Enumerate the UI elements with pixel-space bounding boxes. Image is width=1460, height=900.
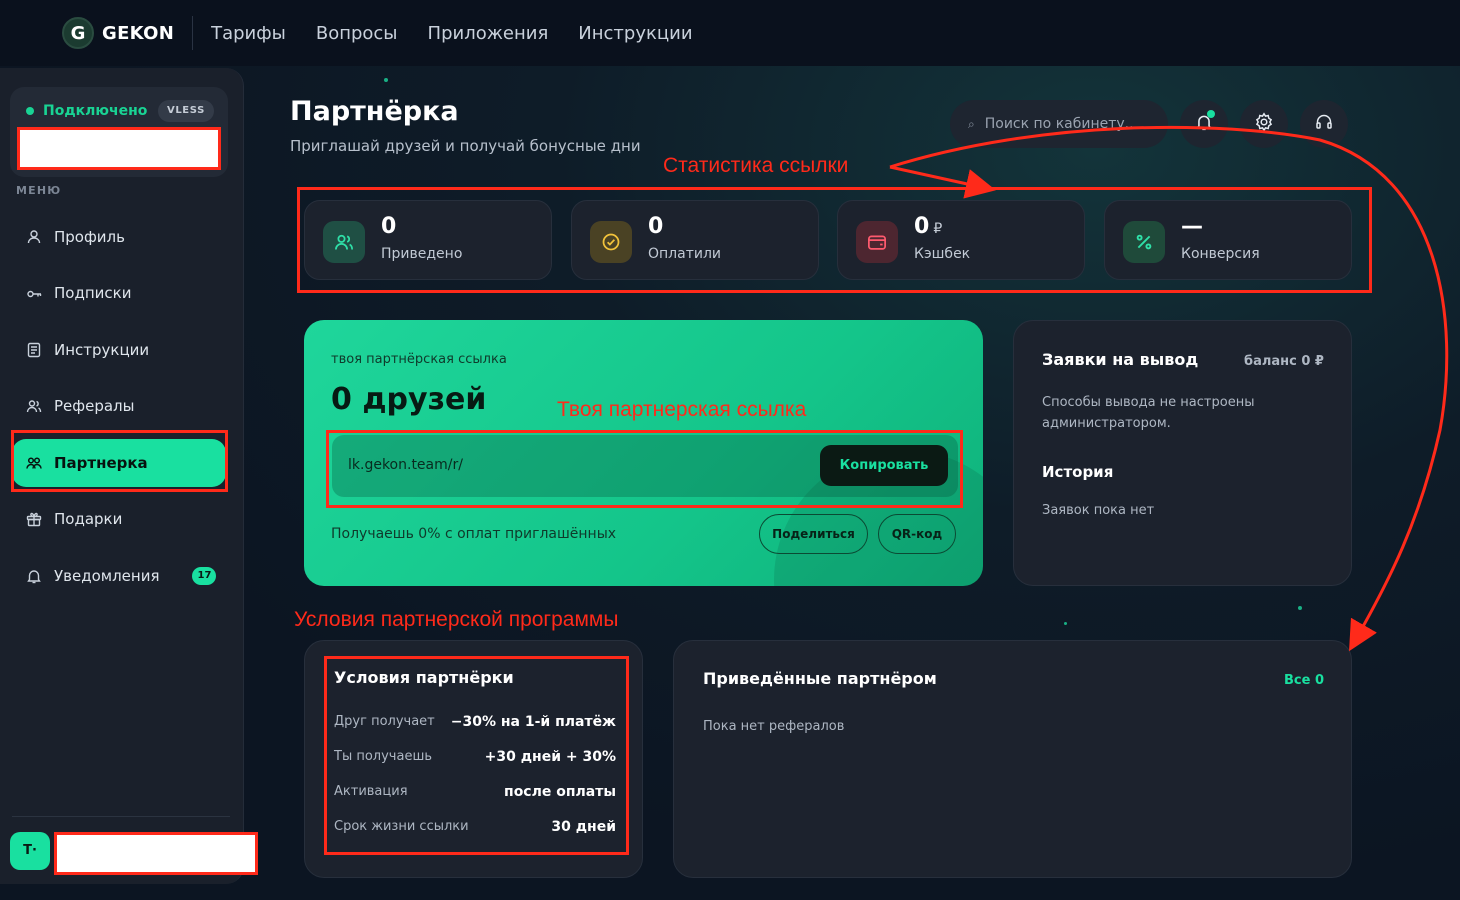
redacted-user-name: [54, 832, 258, 875]
protocol-badge: VLESS: [158, 100, 214, 122]
sidebar-item-profile[interactable]: Профиль: [12, 213, 226, 261]
sidebar-item-label: Уведомления: [54, 567, 160, 585]
nav-questions[interactable]: Вопросы: [316, 23, 398, 44]
status-label: Подключено: [43, 103, 148, 119]
key-icon: [26, 285, 42, 301]
annotation-box-menu-item: [11, 430, 228, 492]
menu-caption: МЕНЮ: [16, 184, 62, 197]
top-bar: G GEKON Тарифы Вопросы Приложения Инстру…: [0, 0, 1460, 66]
annotation-box-link: [326, 430, 963, 508]
referral-friends-count: 0 друзей: [331, 382, 487, 417]
referred-empty: Пока нет рефералов: [703, 719, 845, 734]
withdraw-title: Заявки на вывод: [1042, 350, 1199, 369]
share-button[interactable]: Поделиться: [759, 514, 868, 554]
sidebar-item-label: Инструкции: [54, 341, 150, 359]
unread-dot: [1207, 110, 1215, 118]
decor-dot: [384, 78, 388, 82]
annotation-box-terms: [324, 656, 629, 855]
withdraw-panel: Заявки на вывод баланс 0 ₽ Способы вывод…: [1013, 320, 1352, 586]
annotation-box-stats: [297, 187, 1372, 293]
sidebar-item-label: Подарки: [54, 510, 123, 528]
avatar[interactable]: T·: [10, 832, 50, 870]
notifications-button[interactable]: [1180, 100, 1228, 148]
sidebar-item-referrals[interactable]: Рефералы: [12, 382, 226, 430]
sidebar-item-subscriptions[interactable]: Подписки: [12, 269, 226, 317]
search-placeholder: Поиск по кабинету...: [984, 116, 1135, 132]
gear-icon: [1254, 112, 1274, 136]
document-icon: [26, 342, 42, 358]
sidebar-item-gifts[interactable]: Подарки: [12, 495, 226, 543]
annotation-link-label: Твоя партнерская ссылка: [557, 398, 807, 421]
withdraw-text: Способы вывода не настроены администрато…: [1042, 395, 1255, 431]
decor-dot: [1298, 606, 1302, 610]
logo-icon: G: [62, 17, 94, 49]
annotation-stats-label: Статистика ссылки: [663, 154, 849, 177]
gift-icon: [26, 511, 42, 527]
top-nav: Тарифы Вопросы Приложения Инструкции: [211, 23, 722, 44]
notification-count-badge: 17: [192, 567, 217, 585]
nav-apps[interactable]: Приложения: [428, 23, 549, 44]
nav-tariffs[interactable]: Тарифы: [211, 23, 286, 44]
search-icon: ⌕: [968, 116, 975, 131]
withdraw-balance: баланс 0 ₽: [1244, 354, 1324, 369]
referred-title: Приведённые партнёром: [703, 669, 937, 688]
brand-name: GEKON: [102, 22, 175, 44]
divider: [12, 816, 230, 817]
sidebar-item-notifications[interactable]: Уведомления 17: [12, 552, 226, 600]
divider: [192, 16, 194, 50]
user-icon: [26, 229, 42, 245]
connection-status: Подключено: [26, 103, 147, 119]
support-button[interactable]: [1300, 100, 1348, 148]
redacted-account-info: [17, 127, 221, 170]
page-subtitle: Приглашай друзей и получай бонусные дни: [290, 137, 641, 155]
status-dot: [26, 107, 34, 115]
sidebar-item-instructions[interactable]: Инструкции: [12, 326, 226, 374]
annotation-terms-label: Условия партнерской программы: [294, 608, 619, 631]
sidebar-item-label: Рефералы: [54, 397, 135, 415]
all-referrals-link[interactable]: Все 0: [1284, 670, 1324, 691]
referral-caption: твоя партнёрская ссылка: [331, 352, 507, 367]
bell-icon: [26, 568, 42, 584]
settings-button[interactable]: [1240, 100, 1288, 148]
nav-instructions[interactable]: Инструкции: [578, 23, 692, 44]
referral-note: Получаешь 0% с оплат приглашённых: [331, 526, 617, 542]
logo[interactable]: G GEKON: [62, 17, 174, 49]
search-input[interactable]: ⌕ Поиск по кабинету...: [950, 100, 1168, 148]
page-title: Партнёрка: [290, 96, 459, 127]
sidebar-item-label: Профиль: [54, 228, 125, 246]
referred-panel: Приведённые партнёром Все 0 Пока нет реф…: [673, 640, 1352, 878]
qr-code-button[interactable]: QR-код: [878, 514, 956, 554]
headset-icon: [1314, 112, 1334, 136]
sidebar-item-label: Подписки: [54, 284, 132, 302]
users-icon: [26, 398, 42, 414]
decor-dot: [1064, 622, 1067, 625]
history-title: История: [1042, 463, 1114, 481]
history-empty: Заявок пока нет: [1042, 503, 1155, 518]
